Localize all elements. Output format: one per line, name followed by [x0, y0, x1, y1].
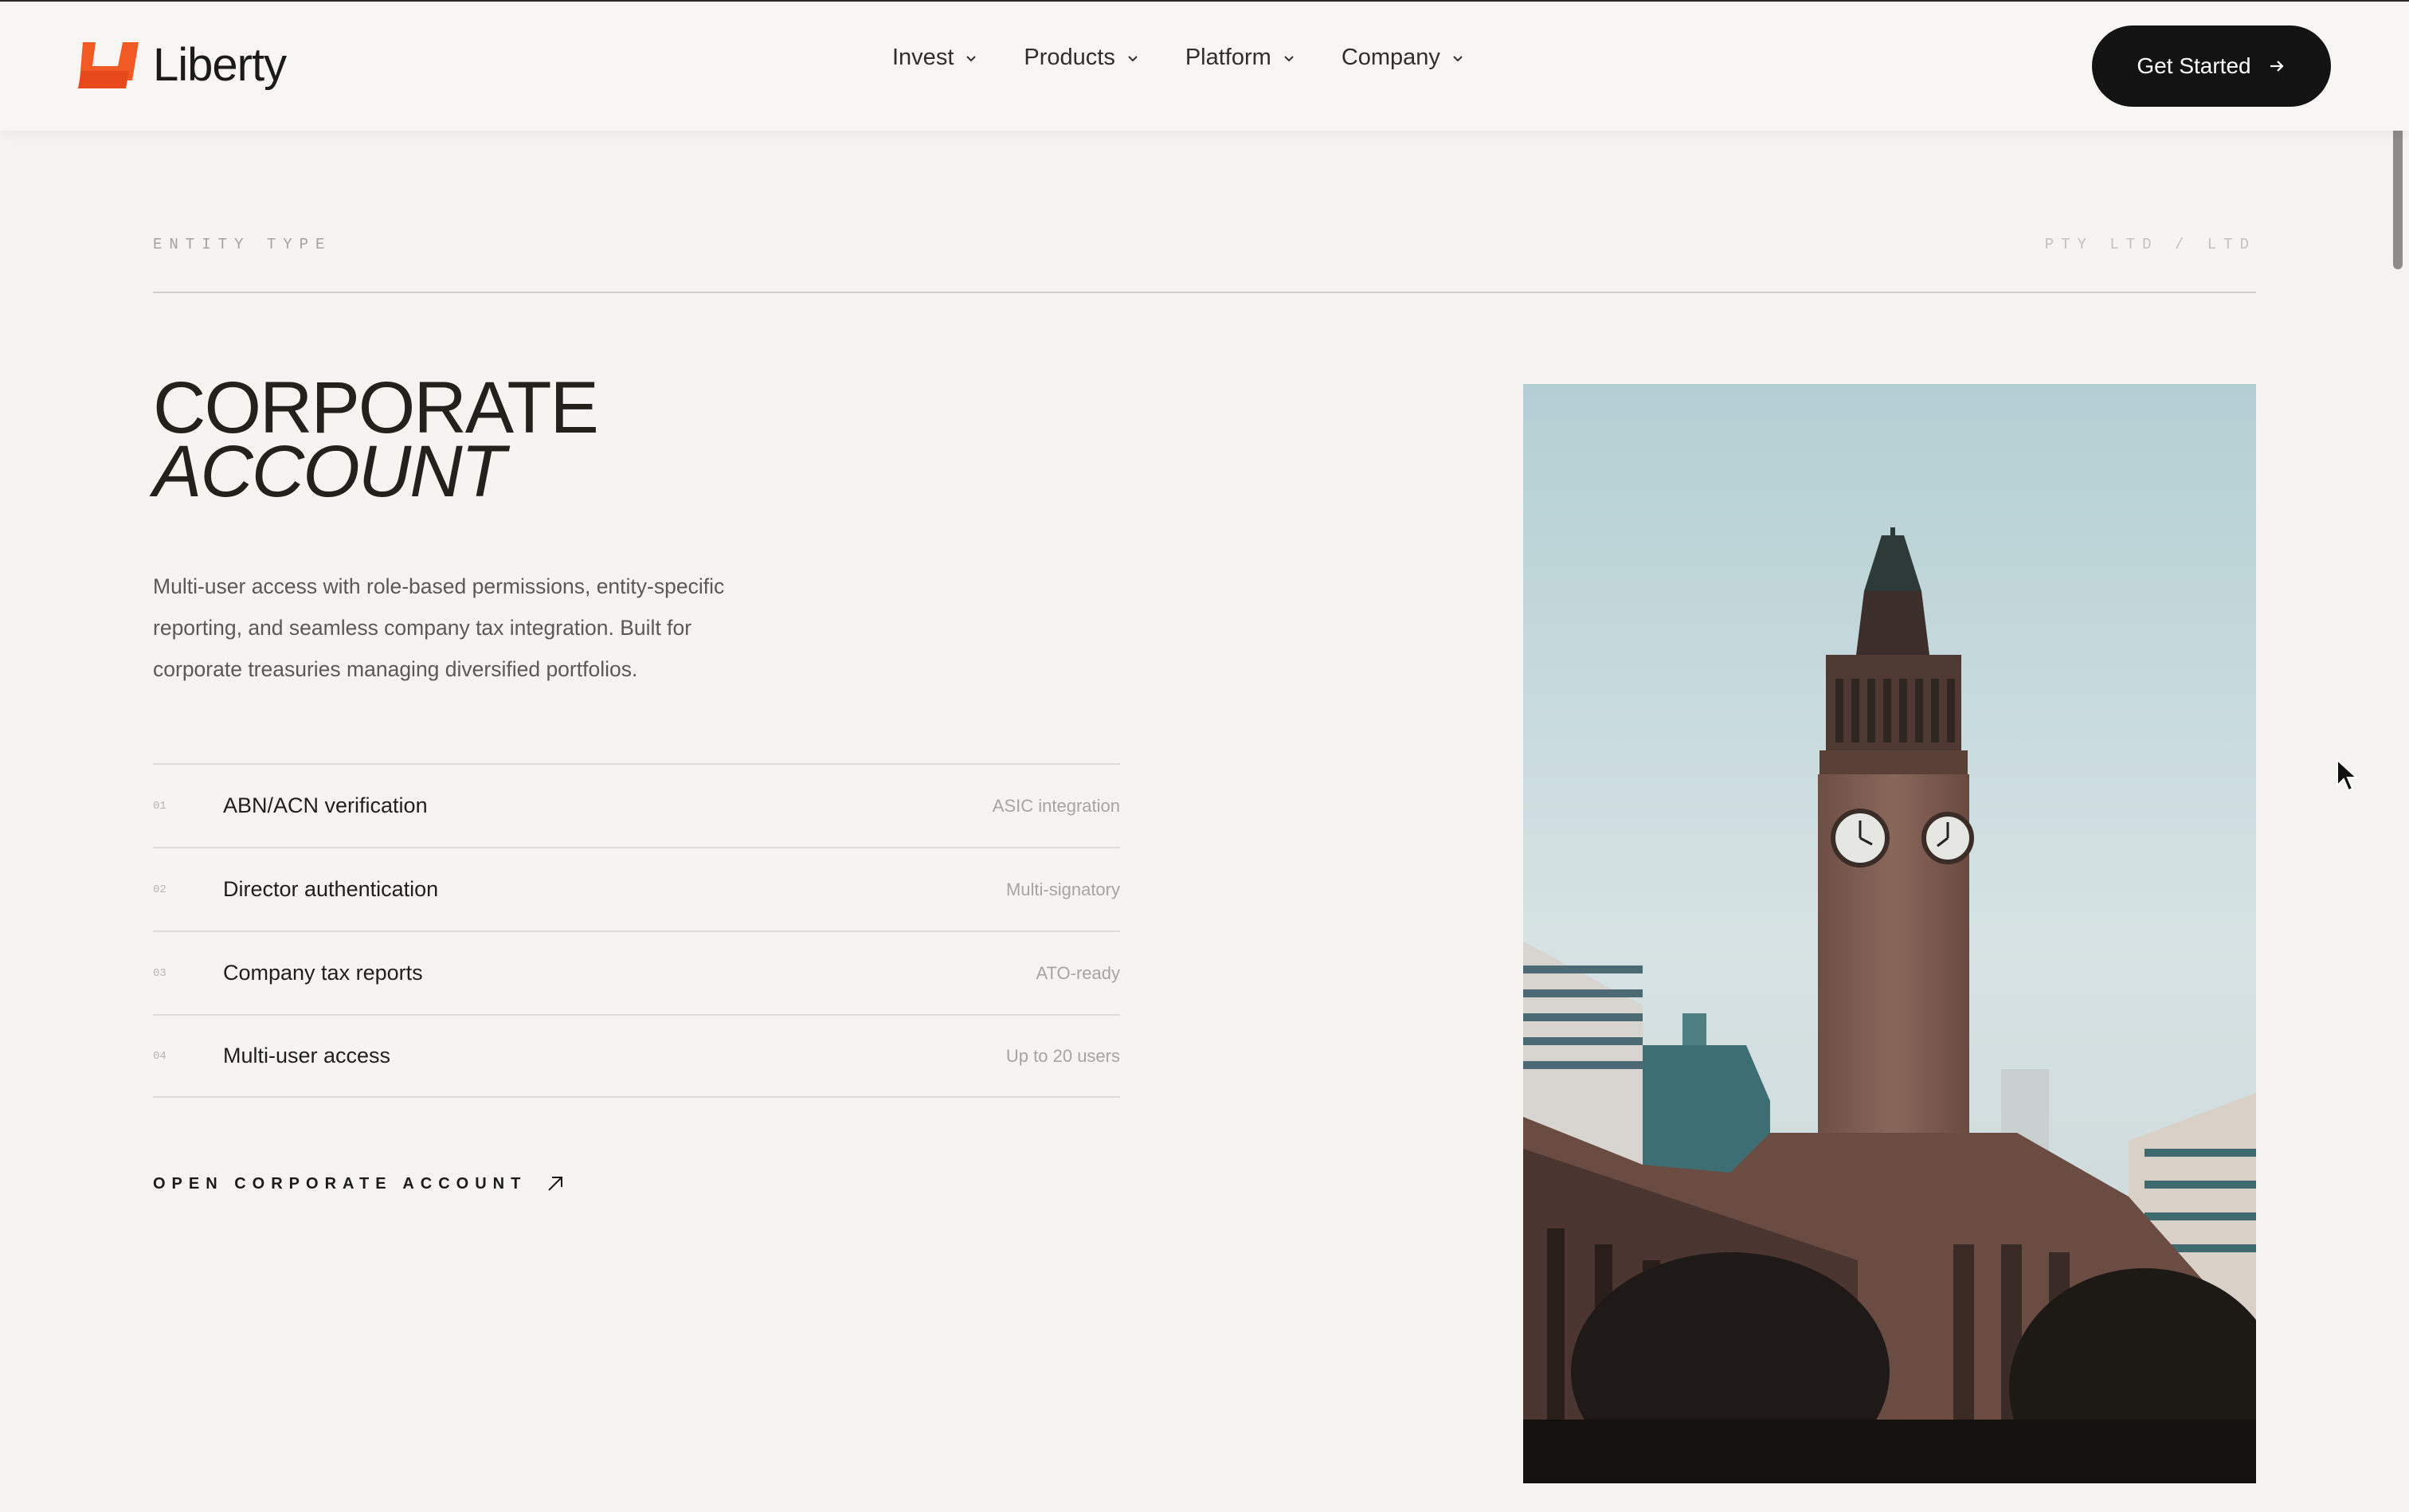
nav-item-products[interactable]: Products: [1024, 45, 1138, 71]
feature-name: Director authentication: [223, 877, 439, 901]
list-item: 04 Multi-user access Up to 20 users: [153, 1014, 1120, 1098]
arrow-right-icon: [2270, 61, 2284, 72]
chevron-down-icon: [1128, 55, 1138, 61]
feature-tag: Up to 20 users: [1005, 1045, 1120, 1066]
nav-item-label: Platform: [1185, 45, 1271, 70]
title-line-1: CORPORATE: [153, 367, 599, 449]
feature-number: 03: [153, 966, 166, 980]
chevron-down-icon: [1453, 55, 1463, 61]
liberty-logo-icon: [78, 41, 139, 88]
nav-item-company[interactable]: Company: [1342, 45, 1464, 71]
chevron-down-icon: [1284, 55, 1294, 61]
site-header: Liberty Invest Products Platform Company…: [0, 2, 2409, 131]
title-line-2: ACCOUNT: [153, 431, 506, 512]
feature-tag: ATO-ready: [1036, 962, 1120, 983]
feature-list: 01 ABN/ACN verification ASIC integration…: [153, 763, 1120, 1098]
nav-item-label: Invest: [892, 45, 954, 70]
list-item: 03 Company tax reports ATO-ready: [153, 930, 1120, 1014]
section-divider: [153, 292, 2256, 293]
feature-number: 01: [153, 799, 166, 813]
feature-name: Multi-user access: [223, 1044, 391, 1067]
brand-logo[interactable]: Liberty: [76, 38, 287, 92]
feature-tag: ASIC integration: [992, 795, 1120, 816]
mouse-cursor-icon: [2337, 758, 2359, 792]
nav-item-label: Company: [1341, 45, 1440, 70]
nav-item-platform[interactable]: Platform: [1185, 45, 1295, 71]
feature-tag: Multi-signatory: [1005, 879, 1120, 899]
main-nav: Invest Products Platform Company: [892, 45, 1510, 71]
open-account-label: OPEN CORPORATE ACCOUNT: [153, 1174, 527, 1193]
scrollbar-thumb[interactable]: [2393, 118, 2403, 269]
entity-type-values: PTY LTD / LTD: [2044, 236, 2256, 253]
chevron-down-icon: [966, 55, 977, 61]
feature-name: ABN/ACN verification: [223, 793, 428, 817]
section-description: Multi-user access with role-based permis…: [153, 574, 725, 681]
get-started-button[interactable]: Get Started: [2092, 25, 2331, 107]
open-corporate-account-link[interactable]: OPEN CORPORATE ACCOUNT: [153, 1173, 566, 1195]
arrow-up-right-icon: [548, 1177, 563, 1191]
feature-number: 02: [153, 883, 166, 896]
clock-tower-photo: [1523, 384, 2256, 1483]
feature-number: 04: [153, 1049, 166, 1063]
list-item: 01 ABN/ACN verification ASIC integration: [153, 763, 1120, 847]
list-item: 02 Director authentication Multi-signato…: [153, 847, 1120, 930]
entity-type-label: ENTITY TYPE: [153, 236, 332, 253]
get-started-label: Get Started: [2137, 53, 2251, 78]
brand-name: Liberty: [153, 39, 287, 91]
page-title: CORPORATE ACCOUNT: [153, 367, 599, 512]
feature-name: Company tax reports: [223, 961, 423, 985]
nav-item-label: Products: [1024, 45, 1115, 70]
nav-item-invest[interactable]: Invest: [892, 45, 977, 71]
